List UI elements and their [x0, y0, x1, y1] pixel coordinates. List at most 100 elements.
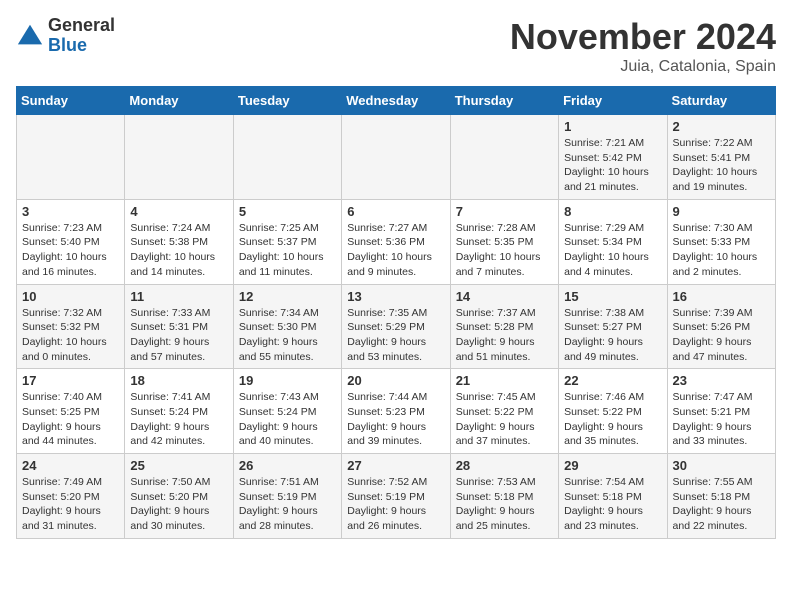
calendar-header-row: SundayMondayTuesdayWednesdayThursdayFrid…	[17, 87, 776, 115]
calendar-cell: 15 Sunrise: 7:38 AM Sunset: 5:27 PM Dayli…	[559, 284, 667, 369]
day-number: 2	[673, 119, 770, 134]
day-number: 5	[239, 204, 336, 219]
calendar-cell: 2 Sunrise: 7:22 AM Sunset: 5:41 PM Daylig…	[667, 115, 775, 200]
day-info: Sunrise: 7:21 AM Sunset: 5:42 PM Dayligh…	[564, 136, 661, 195]
calendar-cell: 5Sunrise: 7:25 AM Sunset: 5:37 PM Daylig…	[233, 199, 341, 284]
day-info: Sunrise: 7:27 AM Sunset: 5:36 PM Dayligh…	[347, 221, 444, 280]
day-info: Sunrise: 7:23 AM Sunset: 5:40 PM Dayligh…	[22, 221, 119, 280]
day-info: Sunrise: 7:54 AM Sunset: 5:18 PM Dayligh…	[564, 475, 661, 534]
logo-general: General	[48, 16, 115, 36]
calendar-cell: 20Sunrise: 7:44 AM Sunset: 5:23 PM Dayli…	[342, 369, 450, 454]
day-number: 29	[564, 458, 661, 473]
calendar-cell: 3 Sunrise: 7:23 AM Sunset: 5:40 PM Daylig…	[17, 199, 125, 284]
day-info: Sunrise: 7:41 AM Sunset: 5:24 PM Dayligh…	[130, 390, 227, 449]
day-info: Sunrise: 7:47 AM Sunset: 5:21 PM Dayligh…	[673, 390, 770, 449]
day-info: Sunrise: 7:40 AM Sunset: 5:25 PM Dayligh…	[22, 390, 119, 449]
day-number: 17	[22, 373, 119, 388]
day-number: 25	[130, 458, 227, 473]
calendar-cell: 22Sunrise: 7:46 AM Sunset: 5:22 PM Dayli…	[559, 369, 667, 454]
calendar-cell	[342, 115, 450, 200]
day-info: Sunrise: 7:51 AM Sunset: 5:19 PM Dayligh…	[239, 475, 336, 534]
calendar-cell: 25Sunrise: 7:50 AM Sunset: 5:20 PM Dayli…	[125, 454, 233, 539]
calendar-cell: 21 Sunrise: 7:45 AM Sunset: 5:22 PM Dayli…	[450, 369, 558, 454]
day-number: 24	[22, 458, 119, 473]
day-number: 26	[239, 458, 336, 473]
calendar-cell: 16 Sunrise: 7:39 AM Sunset: 5:26 PM Dayli…	[667, 284, 775, 369]
logo-text: General Blue	[48, 16, 115, 56]
day-info: Sunrise: 7:55 AM Sunset: 5:18 PM Dayligh…	[673, 475, 770, 534]
day-number: 30	[673, 458, 770, 473]
calendar-table: SundayMondayTuesdayWednesdayThursdayFrid…	[16, 86, 776, 539]
day-number: 8	[564, 204, 661, 219]
day-number: 19	[239, 373, 336, 388]
calendar-week-row: 17 Sunrise: 7:40 AM Sunset: 5:25 PM Dayli…	[17, 369, 776, 454]
day-info: Sunrise: 7:38 AM Sunset: 5:27 PM Dayligh…	[564, 306, 661, 365]
day-number: 7	[456, 204, 553, 219]
day-number: 21	[456, 373, 553, 388]
location: Juia, Catalonia, Spain	[510, 58, 776, 76]
calendar-cell	[233, 115, 341, 200]
calendar-cell	[450, 115, 558, 200]
day-of-week-header: Wednesday	[342, 87, 450, 115]
day-number: 23	[673, 373, 770, 388]
day-number: 27	[347, 458, 444, 473]
day-of-week-header: Thursday	[450, 87, 558, 115]
day-info: Sunrise: 7:29 AM Sunset: 5:34 PM Dayligh…	[564, 221, 661, 280]
calendar-cell: 17 Sunrise: 7:40 AM Sunset: 5:25 PM Dayli…	[17, 369, 125, 454]
month-title: November 2024	[510, 16, 776, 58]
day-info: Sunrise: 7:45 AM Sunset: 5:22 PM Dayligh…	[456, 390, 553, 449]
day-info: Sunrise: 7:46 AM Sunset: 5:22 PM Dayligh…	[564, 390, 661, 449]
day-of-week-header: Sunday	[17, 87, 125, 115]
title-area: November 2024 Juia, Catalonia, Spain	[510, 16, 776, 76]
calendar-cell: 27Sunrise: 7:52 AM Sunset: 5:19 PM Dayli…	[342, 454, 450, 539]
day-info: Sunrise: 7:49 AM Sunset: 5:20 PM Dayligh…	[22, 475, 119, 534]
logo-icon	[16, 22, 44, 50]
calendar-cell: 11Sunrise: 7:33 AM Sunset: 5:31 PM Dayli…	[125, 284, 233, 369]
calendar-cell: 18 Sunrise: 7:41 AM Sunset: 5:24 PM Dayli…	[125, 369, 233, 454]
calendar-cell: 4 Sunrise: 7:24 AM Sunset: 5:38 PM Daylig…	[125, 199, 233, 284]
day-number: 15	[564, 289, 661, 304]
day-number: 13	[347, 289, 444, 304]
calendar-cell: 6 Sunrise: 7:27 AM Sunset: 5:36 PM Daylig…	[342, 199, 450, 284]
day-info: Sunrise: 7:43 AM Sunset: 5:24 PM Dayligh…	[239, 390, 336, 449]
day-info: Sunrise: 7:39 AM Sunset: 5:26 PM Dayligh…	[673, 306, 770, 365]
day-info: Sunrise: 7:53 AM Sunset: 5:18 PM Dayligh…	[456, 475, 553, 534]
day-number: 3	[22, 204, 119, 219]
calendar-cell: 23 Sunrise: 7:47 AM Sunset: 5:21 PM Dayli…	[667, 369, 775, 454]
day-info: Sunrise: 7:33 AM Sunset: 5:31 PM Dayligh…	[130, 306, 227, 365]
calendar-cell	[125, 115, 233, 200]
day-of-week-header: Friday	[559, 87, 667, 115]
calendar-week-row: 24 Sunrise: 7:49 AM Sunset: 5:20 PM Dayli…	[17, 454, 776, 539]
day-info: Sunrise: 7:35 AM Sunset: 5:29 PM Dayligh…	[347, 306, 444, 365]
calendar-cell: 10Sunrise: 7:32 AM Sunset: 5:32 PM Dayli…	[17, 284, 125, 369]
day-info: Sunrise: 7:37 AM Sunset: 5:28 PM Dayligh…	[456, 306, 553, 365]
day-info: Sunrise: 7:24 AM Sunset: 5:38 PM Dayligh…	[130, 221, 227, 280]
day-info: Sunrise: 7:22 AM Sunset: 5:41 PM Dayligh…	[673, 136, 770, 195]
day-number: 16	[673, 289, 770, 304]
calendar-cell: 7 Sunrise: 7:28 AM Sunset: 5:35 PM Daylig…	[450, 199, 558, 284]
calendar-cell: 30 Sunrise: 7:55 AM Sunset: 5:18 PM Dayli…	[667, 454, 775, 539]
calendar-cell: 26 Sunrise: 7:51 AM Sunset: 5:19 PM Dayli…	[233, 454, 341, 539]
day-number: 12	[239, 289, 336, 304]
day-number: 28	[456, 458, 553, 473]
logo: General Blue	[16, 16, 115, 56]
calendar-cell: 8 Sunrise: 7:29 AM Sunset: 5:34 PM Daylig…	[559, 199, 667, 284]
calendar-cell: 29 Sunrise: 7:54 AM Sunset: 5:18 PM Dayli…	[559, 454, 667, 539]
day-number: 18	[130, 373, 227, 388]
logo-blue: Blue	[48, 36, 115, 56]
day-number: 14	[456, 289, 553, 304]
calendar-week-row: 3 Sunrise: 7:23 AM Sunset: 5:40 PM Daylig…	[17, 199, 776, 284]
day-info: Sunrise: 7:28 AM Sunset: 5:35 PM Dayligh…	[456, 221, 553, 280]
day-info: Sunrise: 7:34 AM Sunset: 5:30 PM Dayligh…	[239, 306, 336, 365]
day-number: 1	[564, 119, 661, 134]
day-number: 4	[130, 204, 227, 219]
calendar-cell: 9Sunrise: 7:30 AM Sunset: 5:33 PM Daylig…	[667, 199, 775, 284]
day-number: 6	[347, 204, 444, 219]
page-header: General Blue November 2024 Juia, Catalon…	[16, 16, 776, 76]
day-info: Sunrise: 7:44 AM Sunset: 5:23 PM Dayligh…	[347, 390, 444, 449]
calendar-cell: 14 Sunrise: 7:37 AM Sunset: 5:28 PM Dayli…	[450, 284, 558, 369]
calendar-week-row: 10Sunrise: 7:32 AM Sunset: 5:32 PM Dayli…	[17, 284, 776, 369]
calendar-cell: 28 Sunrise: 7:53 AM Sunset: 5:18 PM Dayli…	[450, 454, 558, 539]
day-of-week-header: Saturday	[667, 87, 775, 115]
day-info: Sunrise: 7:32 AM Sunset: 5:32 PM Dayligh…	[22, 306, 119, 365]
